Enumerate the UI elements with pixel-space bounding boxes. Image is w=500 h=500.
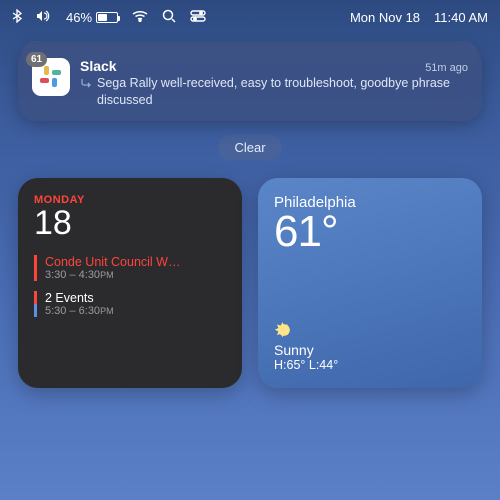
clear-button[interactable]: Clear [218,135,281,160]
event-time: 3:30 – 4:30PM [45,269,226,281]
slack-app-icon: 61 [32,58,70,96]
notification-age: 51m ago [425,62,468,74]
calendar-day-number: 18 [34,204,226,243]
weather-temperature: 61° [274,207,466,257]
widget-grid: MONDAY 18 Conde Unit Council W… 3:30 – 4… [0,160,500,388]
weather-condition: Sunny [274,342,338,358]
notification-badge: 61 [26,52,47,67]
notification-center: 61 Slack 51m ago Sega Rally well-receive… [0,34,500,160]
notification-app-name: Slack [80,58,117,74]
bluetooth-icon[interactable] [12,9,22,26]
wifi-icon[interactable] [132,10,148,25]
menubar-date[interactable]: Mon Nov 18 [350,10,420,25]
menubar-time[interactable]: 11:40 AM [434,10,488,25]
notification-card[interactable]: 61 Slack 51m ago Sega Rally well-receive… [18,46,482,121]
slack-logo-icon [40,66,62,88]
event-time: 5:30 – 6:30PM [45,305,226,317]
volume-icon[interactable] [36,10,52,25]
calendar-event-group: 2 Events 5:30 – 6:30PM [34,291,226,317]
control-center-icon[interactable] [190,10,206,25]
calendar-widget[interactable]: MONDAY 18 Conde Unit Council W… 3:30 – 4… [18,178,242,388]
battery-icon [96,12,118,23]
weather-high-low: H:65° L:44° [274,358,338,372]
notification-message: Sega Rally well-received, easy to troubl… [97,75,468,109]
calendar-event: Conde Unit Council W… 3:30 – 4:30PM [34,255,226,281]
search-icon[interactable] [162,9,176,26]
weather-widget[interactable]: Philadelphia 61° Sunny H:65° L:44° [258,178,482,388]
event-title: Conde Unit Council W… [45,255,226,269]
battery-pct: 46% [66,10,92,25]
notification-stack[interactable]: 61 Slack 51m ago Sega Rally well-receive… [18,46,482,121]
sunny-icon [274,320,294,340]
menu-bar: 46% Mon Nov 18 11:40 AM [0,0,500,34]
battery-status[interactable]: 46% [66,10,118,25]
thread-reply-icon [80,77,92,109]
event-group-title: 2 Events [45,291,226,305]
